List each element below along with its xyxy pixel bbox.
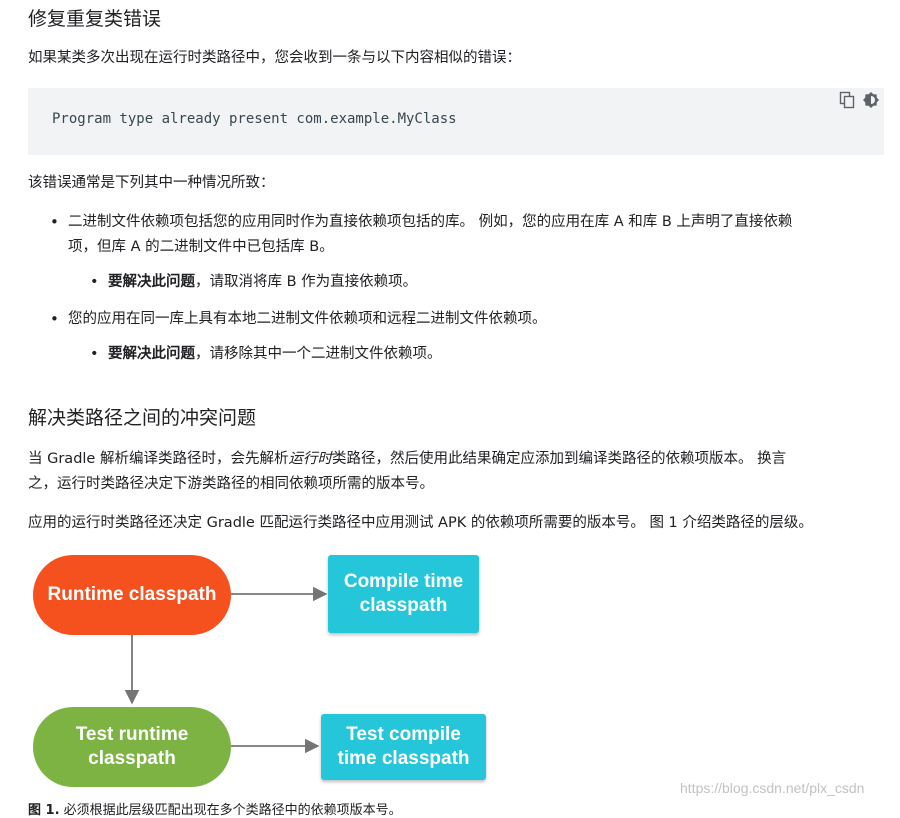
copy-icon[interactable] bbox=[838, 91, 856, 109]
para-text: 类路径，然后使用此结果确定应添加到编译类路径的依赖项版本。 换言 bbox=[331, 451, 787, 467]
node-label: Test runtime classpath bbox=[75, 724, 189, 769]
para-emphasis: 运行时 bbox=[288, 451, 332, 467]
causes-intro: 该错误通常是下列其中一种情况所致： bbox=[28, 175, 275, 191]
classpath-paragraph-1: 当 Gradle 解析编译类路径时，会先解析运行时类路径，然后使用此结果确定应添… bbox=[28, 447, 868, 497]
list-item: 您的应用在同一库上具有本地二进制文件依赖项和远程二进制文件依赖项。 bbox=[48, 307, 868, 332]
code-text: Program type already present com.example… bbox=[52, 111, 457, 127]
causes-list: 二进制文件依赖项包括您的应用同时作为直接依赖项包括的库。 例如，您的应用在库 A… bbox=[48, 210, 868, 260]
fix-label: 要解决此问题 bbox=[108, 274, 195, 290]
caption-label: 图 1. bbox=[28, 803, 60, 818]
code-block: Program type already present com.example… bbox=[28, 88, 884, 155]
classpath-paragraph-2: 应用的运行时类路径还决定 Gradle 匹配运行类路径中应用测试 APK 的依赖… bbox=[28, 515, 813, 531]
test-runtime-classpath-node: Test runtime classpath bbox=[33, 707, 231, 787]
test-compile-time-classpath-node: Test compile time classpath bbox=[321, 714, 486, 780]
intro-paragraph: 如果某类多次出现在运行时类路径中，您会收到一条与以下内容相似的错误： bbox=[28, 50, 521, 66]
node-label: Test compile time classpath bbox=[337, 724, 470, 769]
fix-text: ，请取消将库 B 作为直接依赖项。 bbox=[195, 274, 418, 290]
list-item-text-continued: 项，但库 A 的二进制文件中已包括库 B。 bbox=[68, 239, 334, 255]
sub-list-item: 要解决此问题，请移除其中一个二进制文件依赖项。 bbox=[88, 342, 442, 367]
para-text: 之，运行时类路径决定下游类路径的相同依赖项所需的版本号。 bbox=[28, 476, 434, 492]
causes-list-2: 您的应用在同一库上具有本地二进制文件依赖项和远程二进制文件依赖项。 bbox=[48, 307, 868, 332]
fix-label: 要解决此问题 bbox=[108, 346, 195, 362]
runtime-classpath-node: Runtime classpath bbox=[33, 555, 231, 635]
classpath-hierarchy-diagram: Runtime classpath Compile time classpath … bbox=[0, 545, 520, 795]
node-label: Runtime classpath bbox=[47, 584, 217, 605]
list-item-text: 二进制文件依赖项包括您的应用同时作为直接依赖项包括的库。 例如，您的应用在库 A… bbox=[68, 214, 793, 230]
caption-text: 必须根据此层级匹配出现在多个类路径中的依赖项版本号。 bbox=[59, 803, 402, 818]
theme-toggle-icon[interactable] bbox=[862, 91, 880, 109]
para-text: 当 Gradle 解析编译类路径时，会先解析 bbox=[28, 451, 289, 467]
fix-text: ，请移除其中一个二进制文件依赖项。 bbox=[195, 346, 442, 362]
section-heading-duplicate-class: 修复重复类错误 bbox=[28, 8, 162, 30]
section-heading-classpath-conflicts: 解决类路径之间的冲突问题 bbox=[28, 407, 257, 429]
list-item-text: 您的应用在同一库上具有本地二进制文件依赖项和远程二进制文件依赖项。 bbox=[68, 311, 547, 327]
list-item: 二进制文件依赖项包括您的应用同时作为直接依赖项包括的库。 例如，您的应用在库 A… bbox=[48, 210, 868, 260]
compile-time-classpath-node: Compile time classpath bbox=[328, 555, 479, 633]
watermark: https://blog.csdn.net/plx_csdn bbox=[680, 780, 865, 796]
sub-list-item: 要解决此问题，请取消将库 B 作为直接依赖项。 bbox=[88, 270, 417, 295]
node-label: Compile time classpath bbox=[343, 571, 464, 616]
